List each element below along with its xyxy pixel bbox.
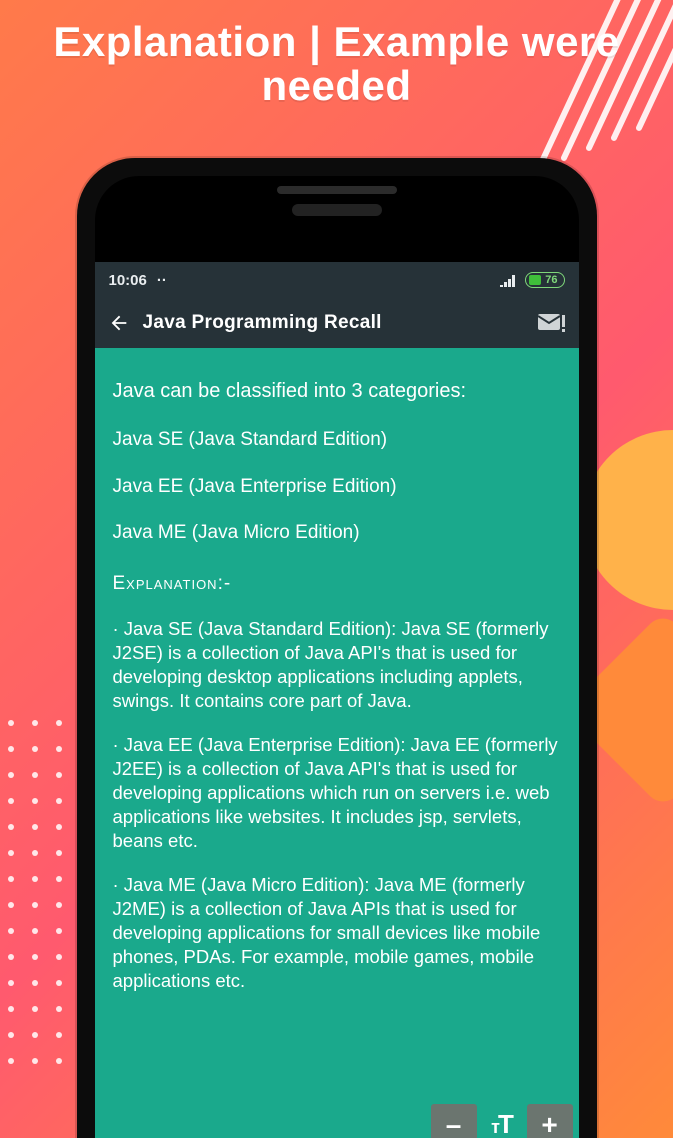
edition-item: Java EE (Java Enterprise Edition) [113, 475, 561, 500]
app-bar: Java Programming Recall [95, 298, 579, 348]
promo-title: Explanation | Example were needed [0, 20, 673, 108]
app-screen: 10:06 ·· 76 [95, 262, 579, 1138]
content-heading: Java can be classified into 3 categories… [113, 378, 561, 404]
status-bar: 10:06 ·· 76 [95, 262, 579, 298]
explanation-paragraph: · Java SE (Java Standard Edition): Java … [113, 617, 561, 713]
explanation-paragraph: · Java EE (Java Enterprise Edition): Jav… [113, 733, 561, 853]
back-button[interactable] [107, 311, 131, 335]
zoom-in-button[interactable]: + [527, 1104, 573, 1138]
decor-dots [8, 720, 78, 1100]
signal-icon [499, 273, 517, 287]
text-size-controls: – тT + [431, 1104, 573, 1138]
text-size-icon: тT [479, 1104, 525, 1138]
phone-speaker [277, 186, 397, 194]
status-indicator: ·· [157, 272, 167, 289]
edition-item: Java ME (Java Micro Edition) [113, 521, 561, 546]
app-title: Java Programming Recall [143, 312, 525, 334]
phone-camera [292, 204, 382, 216]
decor-circle [583, 430, 673, 610]
content-area[interactable]: Java can be classified into 3 categories… [95, 348, 579, 1138]
edition-item: Java SE (Java Standard Edition) [113, 428, 561, 453]
phone-mock: 10:06 ·· 76 [77, 158, 597, 1138]
explanation-title: Explanation:- [113, 572, 561, 597]
battery-indicator: 76 [525, 272, 564, 288]
battery-percent: 76 [545, 274, 557, 286]
explanation-paragraph: · Java ME (Java Micro Edition): Java ME … [113, 873, 561, 993]
status-time: 10:06 [109, 272, 147, 289]
mail-button[interactable] [537, 311, 567, 335]
zoom-out-button[interactable]: – [431, 1104, 477, 1138]
